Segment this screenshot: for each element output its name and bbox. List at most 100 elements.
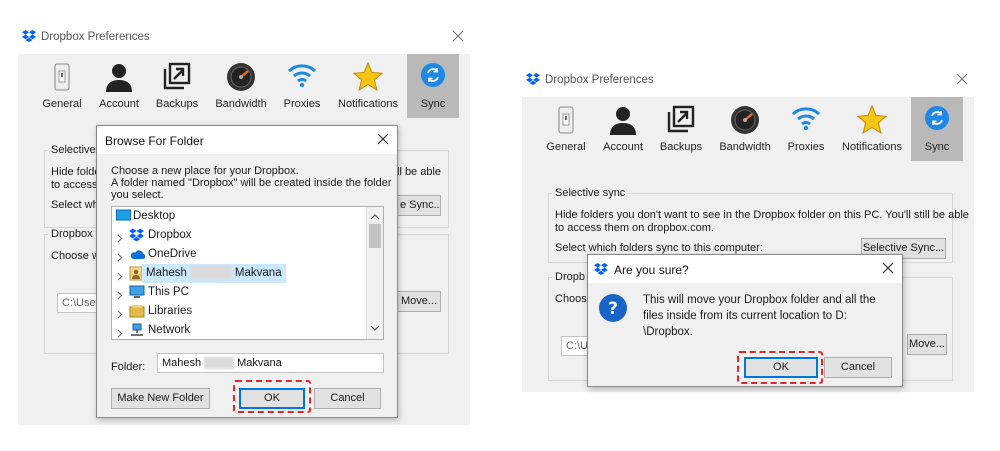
selective-sync-group: Selective sync Hide folders you don't wa…: [548, 187, 969, 263]
tree-item-label: Desktop: [133, 210, 176, 222]
tab-label: Bandwidth: [719, 141, 771, 153]
tree-item-label: Libraries: [148, 305, 193, 317]
window-titlebar: Dropbox Preferences: [18, 22, 470, 54]
hide-folders-text-end: ll be able: [397, 166, 442, 178]
tab-label: Notifications: [842, 141, 902, 153]
tree-item-libraries[interactable]: Libraries: [112, 302, 365, 321]
sync-icon: [924, 105, 950, 134]
tab-sync[interactable]: Sync: [407, 54, 459, 118]
browse-for-folder-dialog: Browse For Folder Choose a new place for…: [96, 125, 398, 418]
tree-item-dropbox[interactable]: Dropbox: [112, 226, 365, 245]
tab-label: Account: [603, 141, 643, 153]
close-icon[interactable]: [880, 260, 896, 276]
tab-account[interactable]: Account: [597, 97, 649, 161]
window-title: Dropbox Preferences: [545, 74, 654, 86]
group-title: Selective sync: [552, 187, 629, 199]
proxies-wifi-icon: [791, 105, 821, 134]
folder-tree[interactable]: Desktop Dropbox OneDrive Mahesh Makvana: [111, 206, 384, 340]
tab-backups[interactable]: Backups: [152, 54, 202, 118]
bandwidth-gauge-icon: [730, 105, 760, 138]
close-icon[interactable]: [375, 131, 391, 147]
scroll-down-icon[interactable]: [370, 323, 380, 335]
tree-item-network[interactable]: Network: [112, 321, 365, 339]
preferences-toolbar: General Account Backups Bandwidth Proxie…: [522, 97, 974, 161]
tree-item-user-folder[interactable]: Mahesh Makvana: [112, 264, 365, 283]
dropbox-logo-icon: [22, 30, 36, 45]
scrollbar-thumb[interactable]: [369, 224, 381, 248]
sync-icon: [420, 62, 446, 91]
move-button[interactable]: Move...: [907, 334, 947, 355]
tree-item-this-pc[interactable]: This PC: [112, 283, 365, 302]
tab-label: Backups: [155, 98, 199, 110]
tree-scrollbar[interactable]: [366, 207, 383, 339]
backups-icon: [163, 62, 191, 93]
tab-bandwidth[interactable]: Bandwidth: [211, 54, 271, 118]
tab-proxies[interactable]: Proxies: [784, 97, 828, 161]
tab-label: Proxies: [283, 98, 321, 110]
user-last-name: Makvana: [234, 267, 282, 279]
tab-notifications[interactable]: Notifications: [338, 54, 398, 118]
proxies-wifi-icon: [287, 62, 317, 91]
tree-item-label: OneDrive: [148, 248, 197, 260]
tree-item-desktop[interactable]: Desktop: [112, 207, 365, 226]
user-first-name: Mahesh: [146, 267, 187, 279]
chevron-right-icon[interactable]: [117, 326, 123, 339]
hide-folders-text-2: to access them on dropbox.com.: [555, 222, 714, 234]
tree-item-label: This PC: [148, 286, 189, 298]
tree-item-label: Network: [148, 324, 191, 336]
tab-backups[interactable]: Backups: [656, 97, 706, 161]
redacted-text: [189, 265, 232, 280]
dialog-description: you select.: [111, 189, 164, 201]
account-person-icon: [608, 105, 638, 138]
folder-label: Folder:: [111, 361, 146, 373]
cancel-button[interactable]: Cancel: [314, 388, 381, 409]
question-icon: ?: [598, 293, 628, 326]
general-switch-icon: [557, 105, 575, 138]
folder-name-field[interactable]: Mahesh Makvana: [157, 353, 384, 373]
network-icon: [129, 323, 145, 339]
ok-highlight-box: [233, 380, 311, 413]
tab-label: General: [546, 141, 586, 153]
redacted-text: [204, 357, 235, 370]
confirm-message: This will move your Dropbox folder and a…: [643, 294, 876, 306]
tab-label: Notifications: [338, 98, 398, 110]
notifications-star-icon: [856, 104, 888, 138]
group-title: Dropb: [552, 271, 588, 283]
move-button[interactable]: Move...: [397, 291, 441, 312]
close-icon[interactable]: [448, 26, 468, 46]
tab-notifications[interactable]: Notifications: [842, 97, 902, 161]
dialog-title: Browse For Folder: [105, 134, 204, 148]
tab-label: Bandwidth: [215, 98, 267, 110]
close-icon[interactable]: [952, 69, 972, 89]
window-title: Dropbox Preferences: [41, 31, 150, 43]
tab-sync[interactable]: Sync: [911, 97, 963, 161]
tree-item-onedrive[interactable]: OneDrive: [112, 245, 365, 264]
tab-label: Account: [99, 98, 139, 110]
cancel-button[interactable]: Cancel: [824, 357, 892, 378]
preferences-toolbar: General Account Backups Bandwidth Proxie…: [18, 54, 470, 118]
tab-account[interactable]: Account: [93, 54, 145, 118]
tab-general[interactable]: General: [38, 54, 86, 118]
tab-general[interactable]: General: [542, 97, 590, 161]
confirm-message: \Dropbox.: [643, 326, 693, 338]
selective-sync-button[interactable]: e Sync...: [397, 195, 441, 216]
hide-folders-text: Hide folde: [51, 166, 101, 178]
backups-icon: [667, 105, 695, 136]
tab-label: General: [42, 98, 82, 110]
scroll-up-icon[interactable]: [370, 211, 380, 223]
make-new-folder-button[interactable]: Make New Folder: [111, 388, 210, 409]
folder-first-name: Mahesh: [162, 357, 202, 369]
dropbox-logo-icon: [594, 263, 608, 278]
dropbox-path-field[interactable]: C:\User: [57, 293, 97, 313]
folder-last-name: Makvana: [237, 357, 282, 369]
dialog-title: Are you sure?: [614, 263, 689, 277]
dialog-titlebar: Browse For Folder: [97, 126, 397, 154]
choose-where-text: Choose w: [51, 250, 100, 262]
tab-label: Sync: [924, 141, 950, 153]
tab-proxies[interactable]: Proxies: [280, 54, 324, 118]
account-person-icon: [104, 62, 134, 95]
tab-bandwidth[interactable]: Bandwidth: [715, 97, 775, 161]
confirm-message: files inside from its current location t…: [643, 310, 847, 322]
tab-label: Backups: [659, 141, 703, 153]
svg-text:?: ?: [608, 299, 618, 319]
